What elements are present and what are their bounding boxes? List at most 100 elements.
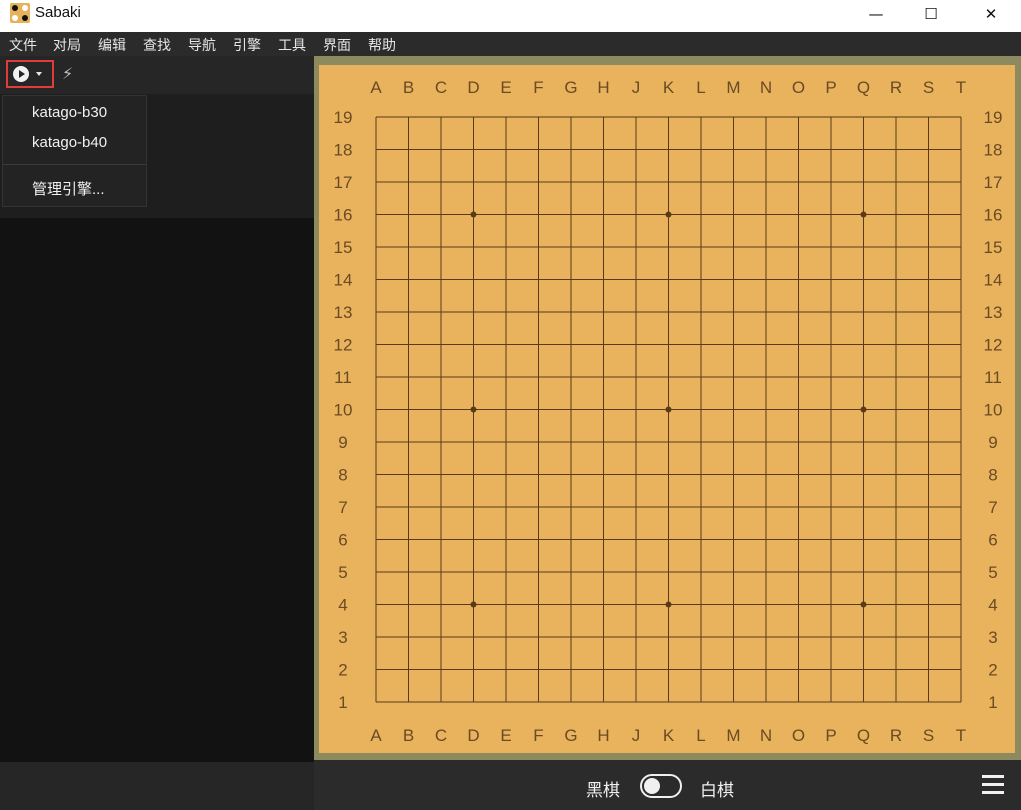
column-label: H — [597, 78, 609, 97]
menu-view[interactable]: 界面 — [323, 35, 351, 55]
engine-dropdown-menu: katago-b30 katago-b40 管理引擎... — [2, 95, 147, 207]
row-label: 19 — [334, 108, 353, 127]
column-label: A — [370, 726, 382, 745]
column-label: M — [726, 726, 740, 745]
engine-toolbar: ⚡ — [0, 56, 314, 94]
row-label: 6 — [988, 531, 997, 550]
board-grid[interactable]: AABBCCDDEEFFGGHHJJKKLLMMNNOOPPQQRRSSTT19… — [319, 65, 1015, 753]
column-label: N — [760, 726, 772, 745]
row-label: 9 — [338, 433, 347, 452]
row-label: 8 — [988, 466, 997, 485]
column-label: Q — [857, 726, 870, 745]
column-label: O — [792, 78, 805, 97]
engine-select-button[interactable] — [6, 60, 54, 88]
column-label: G — [564, 78, 577, 97]
minimize-button[interactable]: — — [853, 0, 899, 28]
star-point — [860, 601, 867, 608]
row-label: 16 — [334, 206, 353, 225]
star-point — [860, 211, 867, 218]
column-label: Q — [857, 78, 870, 97]
star-point — [470, 601, 477, 608]
row-label: 12 — [334, 336, 353, 355]
column-label: S — [923, 726, 934, 745]
row-label: 2 — [338, 661, 347, 680]
row-label: 10 — [984, 401, 1003, 420]
engine-item-katago-b40[interactable]: katago-b40 — [32, 134, 107, 151]
player-bar: 黑棋 白棋 — [314, 760, 1021, 810]
column-label: F — [533, 78, 543, 97]
hamburger-menu-icon[interactable] — [982, 775, 1004, 795]
column-label: K — [663, 726, 675, 745]
row-label: 4 — [988, 596, 997, 615]
row-label: 8 — [338, 466, 347, 485]
go-board[interactable]: A A B B C C D D E E F F G G H H J J K K L L M M N N O O P P Q Q R R S S T T 19… — [319, 65, 1015, 753]
menu-find[interactable]: 查找 — [143, 35, 171, 55]
column-label: P — [825, 726, 836, 745]
row-label: 1 — [988, 693, 997, 712]
row-label: 17 — [334, 173, 353, 192]
column-label: F — [533, 726, 543, 745]
row-label: 5 — [338, 563, 347, 582]
row-label: 12 — [984, 336, 1003, 355]
column-label: K — [663, 78, 675, 97]
player-toggle[interactable] — [640, 774, 682, 798]
row-label: 1 — [338, 693, 347, 712]
sabaki-logo-icon — [10, 3, 30, 23]
maximize-button[interactable]: ☐ — [908, 0, 954, 28]
column-label: C — [435, 726, 447, 745]
sidebar-bottom — [0, 762, 314, 810]
row-label: 19 — [984, 108, 1003, 127]
menu-navigation[interactable]: 导航 — [188, 35, 216, 55]
column-label: D — [467, 78, 479, 97]
column-label: T — [956, 78, 966, 97]
row-label: 14 — [984, 271, 1003, 290]
column-label: O — [792, 726, 805, 745]
engine-item-katago-b30[interactable]: katago-b30 — [32, 104, 107, 121]
column-label: H — [597, 726, 609, 745]
column-label: J — [632, 726, 641, 745]
row-label: 3 — [338, 628, 347, 647]
play-circle-icon — [13, 66, 29, 82]
lightning-icon[interactable]: ⚡ — [62, 64, 73, 83]
column-label: B — [403, 78, 414, 97]
column-label: E — [500, 78, 511, 97]
row-label: 14 — [334, 271, 353, 290]
row-label: 7 — [338, 498, 347, 517]
menu-game[interactable]: 对局 — [53, 35, 81, 55]
row-label: 11 — [984, 368, 1002, 387]
white-player-label: 白棋 — [700, 781, 734, 801]
star-point — [860, 406, 867, 413]
column-label: L — [696, 78, 705, 97]
column-label: P — [825, 78, 836, 97]
row-label: 10 — [334, 401, 353, 420]
row-label: 13 — [984, 303, 1003, 322]
star-point — [665, 211, 672, 218]
row-label: 15 — [984, 238, 1003, 257]
caret-down-icon — [36, 72, 42, 76]
column-label: L — [696, 726, 705, 745]
column-label: S — [923, 78, 934, 97]
column-label: C — [435, 78, 447, 97]
row-label: 17 — [984, 173, 1003, 192]
menu-engines[interactable]: 引擎 — [233, 35, 261, 55]
menu-bar: 文件 对局 编辑 查找 导航 引擎 工具 界面 帮助 — [0, 32, 1021, 56]
close-button[interactable]: ✕ — [968, 0, 1014, 28]
row-label: 6 — [338, 531, 347, 550]
star-point — [665, 601, 672, 608]
menu-tools[interactable]: 工具 — [278, 35, 306, 55]
column-label: B — [403, 726, 414, 745]
menu-help[interactable]: 帮助 — [368, 35, 396, 55]
menu-file[interactable]: 文件 — [9, 35, 37, 55]
row-label: 18 — [984, 141, 1003, 160]
row-label: 5 — [988, 563, 997, 582]
column-label: R — [890, 726, 902, 745]
row-label: 11 — [334, 368, 352, 387]
black-player-label: 黑棋 — [586, 781, 620, 801]
toggle-knob — [644, 778, 660, 794]
manage-engines-item[interactable]: 管理引擎... — [32, 178, 105, 199]
title-bar: Sabaki — ☐ ✕ — [0, 0, 1021, 32]
column-label: A — [370, 78, 382, 97]
column-label: G — [564, 726, 577, 745]
menu-edit[interactable]: 编辑 — [98, 35, 126, 55]
column-label: N — [760, 78, 772, 97]
